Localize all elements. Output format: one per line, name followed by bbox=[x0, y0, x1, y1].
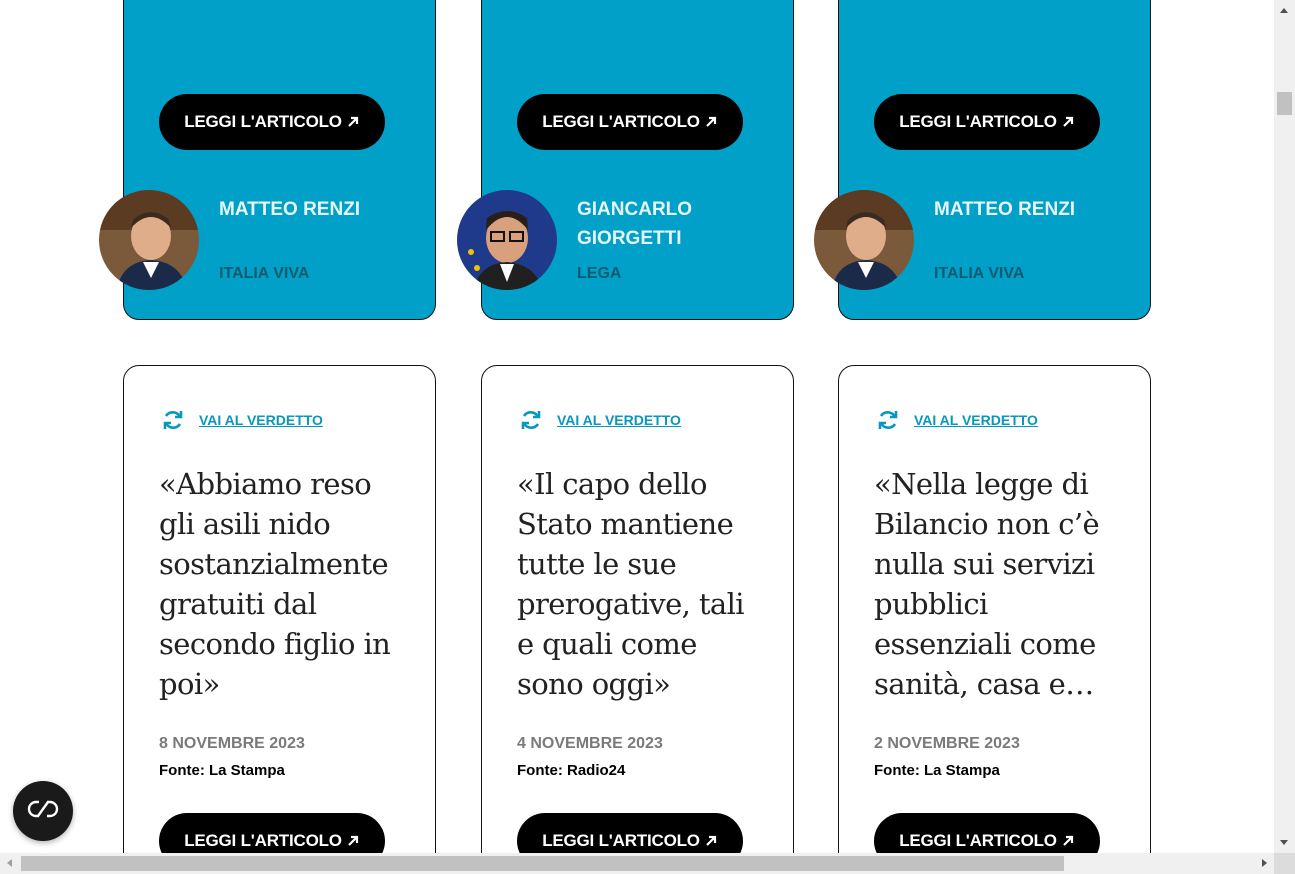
quote-text: «Nella legge di Bilancio non c’è nulla s… bbox=[874, 467, 1100, 701]
matteo-renzi-avatar bbox=[99, 190, 199, 290]
read-article-button[interactable]: LEGGI L'ARTICOLO bbox=[159, 94, 385, 150]
accessibility-toggle-icon bbox=[27, 799, 59, 824]
read-article-button[interactable]: LEGGI L'ARTICOLO bbox=[517, 94, 743, 150]
scroll-up-icon[interactable] bbox=[1280, 8, 1288, 13]
giancarlo-giorgetti-avatar bbox=[457, 190, 557, 290]
vertical-scrollbar[interactable] bbox=[1274, 0, 1295, 853]
fact-check-card: VAI AL VERDETTO «Nella legge di Bilancio… bbox=[838, 365, 1151, 874]
politician-party: LEGA bbox=[577, 265, 622, 282]
politician-card: LEGGI L'ARTICOLO GIANCARLO GIORGETTI LEG… bbox=[457, 0, 794, 320]
quote-source: Fonte: Radio24 bbox=[517, 762, 626, 779]
arrow-up-right-icon bbox=[704, 115, 718, 129]
horizontal-scrollbar[interactable] bbox=[0, 853, 1274, 874]
vertical-scroll-thumb[interactable] bbox=[1277, 92, 1292, 115]
quote-date: 8 NOVEMBRE 2023 bbox=[159, 735, 305, 752]
arrow-up-right-icon bbox=[346, 834, 360, 848]
read-article-button[interactable]: LEGGI L'ARTICOLO bbox=[874, 94, 1100, 150]
quote-text: «Abbiamo reso gli asili nido sostanzialm… bbox=[159, 467, 391, 701]
arrow-up-right-icon bbox=[346, 115, 360, 129]
scroll-right-icon[interactable] bbox=[1262, 859, 1267, 867]
verdict-link[interactable]: VAI AL VERDETTO bbox=[557, 412, 681, 428]
verdict-row: VAI AL VERDETTO bbox=[519, 408, 681, 432]
quote-source: Fonte: La Stampa bbox=[874, 762, 1000, 779]
arrow-up-right-icon bbox=[1061, 834, 1075, 848]
accessibility-toggle-button[interactable] bbox=[13, 781, 73, 841]
arrow-up-right-icon bbox=[1061, 115, 1075, 129]
politician-name[interactable]: MATTEO RENZI bbox=[219, 195, 399, 224]
horizontal-scroll-thumb[interactable] bbox=[21, 856, 1064, 871]
verdict-link[interactable]: VAI AL VERDETTO bbox=[199, 412, 323, 428]
quote-date: 2 NOVEMBRE 2023 bbox=[874, 735, 1020, 752]
verdict-row: VAI AL VERDETTO bbox=[876, 408, 1038, 432]
scroll-left-icon[interactable] bbox=[7, 859, 12, 867]
politician-card: LEGGI L'ARTICOLO MATTEO RENZI ITALIA VIV… bbox=[99, 0, 436, 320]
quote-source: Fonte: La Stampa bbox=[159, 762, 285, 779]
scroll-down-icon[interactable] bbox=[1280, 840, 1288, 845]
scrollbar-corner bbox=[1274, 853, 1295, 874]
refresh-icon bbox=[519, 408, 543, 432]
politician-name[interactable]: GIANCARLO GIORGETTI bbox=[577, 195, 757, 253]
verdict-row: VAI AL VERDETTO bbox=[161, 408, 323, 432]
politician-party: ITALIA VIVA bbox=[934, 265, 1025, 282]
fact-check-card: VAI AL VERDETTO «Abbiamo reso gli asili … bbox=[123, 365, 436, 874]
refresh-icon bbox=[876, 408, 900, 432]
verdict-link[interactable]: VAI AL VERDETTO bbox=[914, 412, 1038, 428]
refresh-icon bbox=[161, 408, 185, 432]
quote-date: 4 NOVEMBRE 2023 bbox=[517, 735, 663, 752]
politician-card: LEGGI L'ARTICOLO MATTEO RENZI ITALIA VIV… bbox=[814, 0, 1151, 320]
politician-party: ITALIA VIVA bbox=[219, 265, 310, 282]
quote-text: «Il capo dello Stato mantiene tutte le s… bbox=[517, 467, 745, 701]
matteo-renzi-avatar bbox=[814, 190, 914, 290]
politician-name[interactable]: MATTEO RENZI bbox=[934, 195, 1114, 224]
fact-check-card: VAI AL VERDETTO «Il capo dello Stato man… bbox=[481, 365, 794, 874]
arrow-up-right-icon bbox=[704, 834, 718, 848]
